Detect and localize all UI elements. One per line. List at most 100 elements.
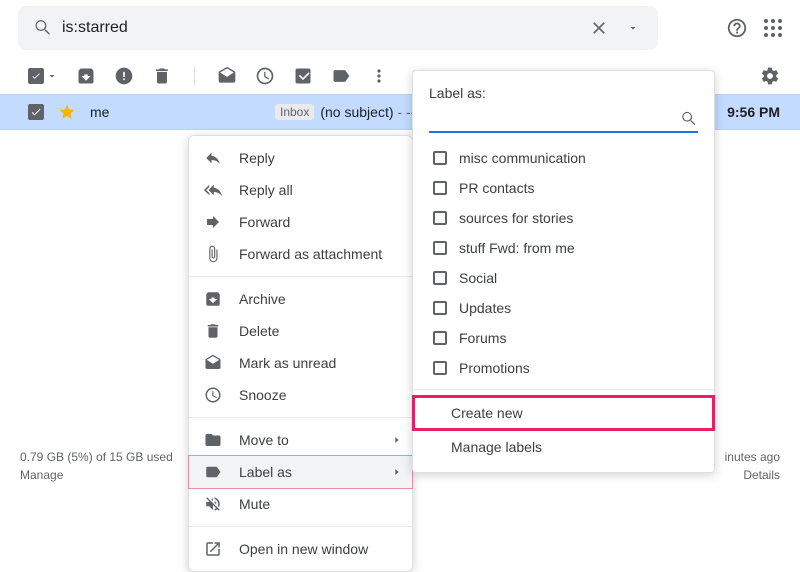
checkbox-icon[interactable] [433,331,447,345]
sender: me [90,104,109,120]
label-option-text: Promotions [459,360,530,376]
menu-forward-label: Forward [239,214,290,230]
label-option[interactable]: Forums [413,323,714,353]
menu-reply-all[interactable]: Reply all [189,174,412,206]
label-option[interactable]: Social [413,263,714,293]
label-option[interactable]: stuff Fwd: from me [413,233,714,263]
chevron-right-icon [392,435,402,445]
clear-search-icon[interactable] [582,18,616,38]
label-option-text: misc communication [459,150,586,166]
move-to-icon[interactable] [331,66,351,86]
menu-forward[interactable]: Forward [189,206,412,238]
checkbox-icon[interactable] [433,301,447,315]
search-options-icon[interactable] [616,22,650,34]
menu-delete-label: Delete [239,323,279,339]
menu-open-new-label: Open in new window [239,541,368,557]
snooze-icon[interactable] [255,66,275,86]
details-link[interactable]: Details [725,466,780,484]
label-icon [203,463,223,481]
open-new-icon [203,540,223,558]
activity-footer: inutes ago Details [725,448,780,484]
menu-open-new[interactable]: Open in new window [189,533,412,565]
archive-icon [203,290,223,308]
checkbox-icon[interactable] [433,271,447,285]
menu-move-to[interactable]: Move to [189,424,412,456]
create-new-label[interactable]: Create new [413,396,714,430]
search-icon [26,18,60,38]
search-icon [680,110,698,128]
more-icon[interactable] [369,66,389,86]
select-all-checkbox[interactable] [28,68,44,84]
mark-unread-icon [203,354,223,372]
label-option-text: PR contacts [459,180,534,196]
storage-text: 0.79 GB (5%) of 15 GB used [20,448,173,466]
delete-icon[interactable] [152,66,172,86]
label-option[interactable]: Updates [413,293,714,323]
add-to-tasks-icon[interactable] [293,66,313,86]
popover-title: Label as: [413,81,714,107]
menu-divider [189,417,412,418]
mark-unread-icon[interactable] [217,66,237,86]
label-option[interactable]: misc communication [413,143,714,173]
context-menu: Reply Reply all Forward Forward as attac… [188,135,413,572]
menu-mark-unread-label: Mark as unread [239,355,336,371]
checkbox-icon[interactable] [433,151,447,165]
star-icon[interactable] [58,103,76,121]
attachment-icon [203,245,223,263]
label-option-text: stuff Fwd: from me [459,240,575,256]
menu-forward-attach-label: Forward as attachment [239,246,382,262]
menu-archive-label: Archive [239,291,286,307]
reply-all-icon [203,181,223,199]
menu-snooze[interactable]: Snooze [189,379,412,411]
label-option[interactable]: sources for stories [413,203,714,233]
checkbox-icon[interactable] [433,241,447,255]
checkbox-icon[interactable] [433,211,447,225]
checkbox-icon[interactable] [433,361,447,375]
help-icon[interactable] [726,17,748,39]
menu-move-to-label: Move to [239,432,289,448]
archive-icon[interactable] [76,66,96,86]
popover-divider [413,389,714,390]
label-option-text: sources for stories [459,210,573,226]
label-option[interactable]: Promotions [413,353,714,383]
label-search-input[interactable] [429,110,680,128]
apps-icon[interactable] [764,19,782,37]
activity-text: inutes ago [725,448,780,466]
menu-delete[interactable]: Delete [189,315,412,347]
menu-archive[interactable]: Archive [189,283,412,315]
row-checkbox[interactable] [28,104,44,120]
label-option[interactable]: PR contacts [413,173,714,203]
label-popover: Label as: misc communication PR contacts s… [412,70,715,473]
trash-icon [203,322,223,340]
label-option-text: Updates [459,300,511,316]
search-box[interactable] [18,6,658,50]
select-all-control[interactable] [28,68,58,84]
checkbox-icon[interactable] [433,181,447,195]
forward-icon [203,213,223,231]
folder-icon [203,431,223,449]
menu-forward-attach[interactable]: Forward as attachment [189,238,412,270]
menu-label-as[interactable]: Label as [189,456,412,488]
toolbar-separator [194,66,195,86]
reply-icon [203,149,223,167]
message-time: 9:56 PM [727,104,780,120]
top-right-controls [726,17,782,39]
report-spam-icon[interactable] [114,66,134,86]
menu-reply[interactable]: Reply [189,142,412,174]
menu-mark-unread[interactable]: Mark as unread [189,347,412,379]
menu-mute[interactable]: Mute [189,488,412,520]
menu-label-as-label: Label as [239,464,292,480]
top-bar [0,0,800,56]
menu-divider [189,276,412,277]
chevron-right-icon [392,467,402,477]
inbox-chip[interactable]: Inbox [275,104,314,120]
menu-reply-label: Reply [239,150,275,166]
search-input[interactable] [60,18,582,38]
settings-icon[interactable] [760,66,780,86]
clock-icon [203,386,223,404]
manage-labels[interactable]: Manage labels [413,430,714,464]
storage-footer: 0.79 GB (5%) of 15 GB used Manage [20,448,173,484]
manage-link[interactable]: Manage [20,466,173,484]
label-option-text: Forums [459,330,506,346]
label-search[interactable] [429,107,698,133]
